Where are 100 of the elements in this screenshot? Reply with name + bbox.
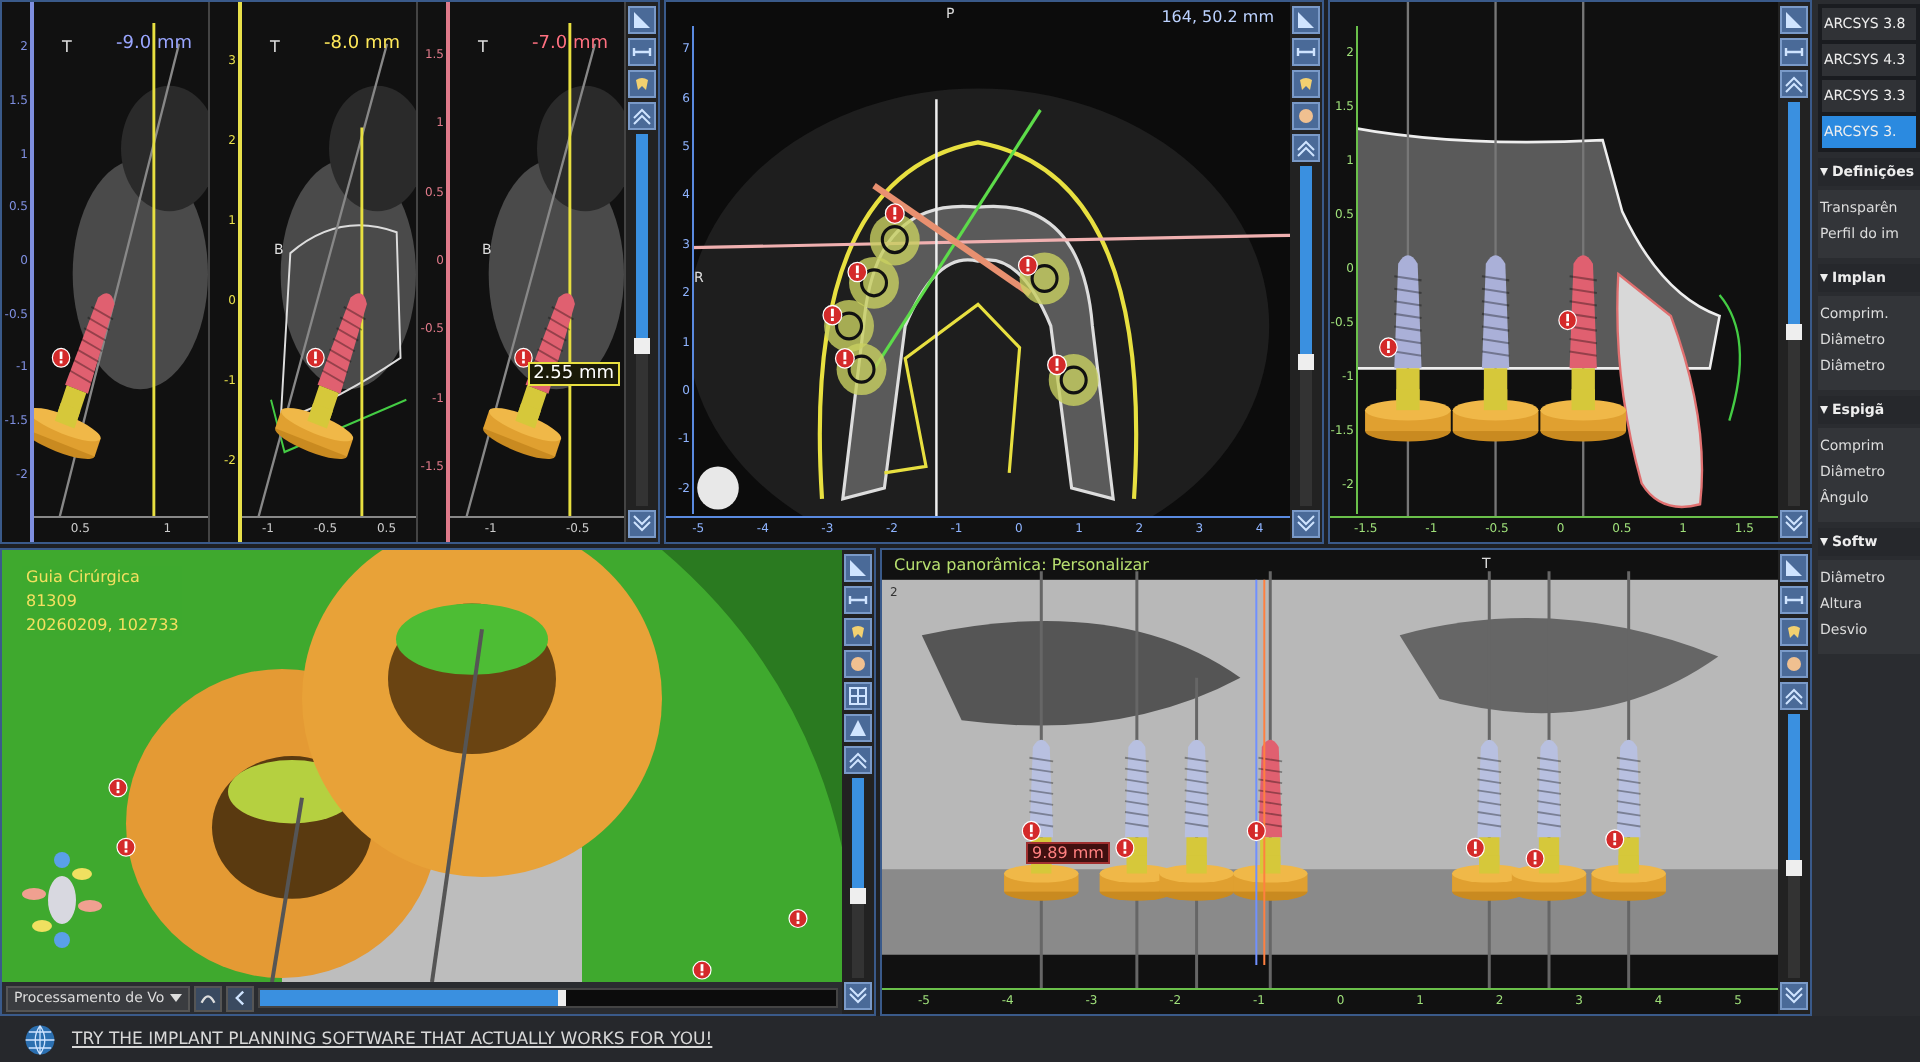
scroll-up-button[interactable] — [628, 102, 656, 130]
view-tool-button[interactable] — [844, 682, 872, 710]
case-info-text: 81309 — [26, 592, 79, 610]
scroll-bar[interactable] — [1788, 102, 1800, 506]
scroll-up-button[interactable] — [1780, 682, 1808, 710]
chevron-down-icon — [632, 514, 652, 534]
scroll-bar[interactable] — [1788, 714, 1800, 978]
scroll-down-button[interactable] — [1780, 982, 1808, 1010]
orientation-figure-icon[interactable] — [22, 850, 102, 950]
diagonal-line-icon — [632, 10, 652, 30]
warning-marker-icon — [1605, 829, 1625, 850]
view-tool-button[interactable] — [1292, 70, 1320, 98]
arc-icon — [198, 990, 219, 1006]
implant-drawing[interactable] — [34, 293, 115, 459]
face-icon — [848, 654, 868, 674]
globe-icon — [24, 1023, 56, 1055]
promo-link[interactable]: TRY THE IMPLANT PLANNING SOFTWARE THAT ACTUALLY WORKS FOR YOU! — [72, 1029, 713, 1049]
view-tool-button[interactable] — [844, 554, 872, 582]
warning-marker-icon — [108, 778, 128, 798]
bone-spot — [697, 466, 739, 510]
scroll-down-button[interactable] — [1292, 510, 1320, 538]
view-tool-button[interactable] — [1292, 102, 1320, 130]
view-title: Curva panorâmica: Personalizar — [894, 556, 1149, 574]
scroll-up-button[interactable] — [844, 746, 872, 774]
implant-drawing[interactable] — [1540, 255, 1627, 442]
diagonal-line-icon — [1296, 10, 1316, 30]
slice-offset-label: -7.0 mm — [532, 34, 608, 54]
view-tool-button[interactable] — [628, 6, 656, 34]
view-tool-button[interactable] — [1780, 6, 1808, 34]
tooth-icon — [1296, 74, 1316, 94]
view-tool-button[interactable] — [628, 70, 656, 98]
previous-button[interactable] — [226, 985, 255, 1011]
axis-label: T — [478, 38, 488, 56]
view-tool-button[interactable] — [1292, 38, 1320, 66]
warning-marker-icon — [1379, 337, 1398, 358]
guide-sleeve-drawing[interactable] — [302, 550, 662, 877]
view-tool-button[interactable] — [844, 650, 872, 678]
scroll-down-button[interactable] — [1780, 510, 1808, 538]
view-tool-button[interactable] — [1780, 650, 1808, 678]
warning-marker-icon — [1021, 820, 1041, 842]
warning-marker-icon — [834, 348, 855, 369]
chevron-down-icon — [1784, 514, 1804, 534]
double-arrow-icon — [632, 42, 652, 62]
opacity-slider[interactable] — [258, 988, 838, 1008]
warning-marker-icon — [1558, 310, 1577, 331]
view-tool-button[interactable] — [844, 714, 872, 742]
diagonal-line-icon — [848, 558, 868, 578]
warning-marker-icon — [1047, 354, 1068, 376]
warning-marker-icon — [847, 261, 868, 283]
chevron-up-icon — [1784, 74, 1804, 94]
warning-marker-icon — [306, 347, 325, 368]
tooth-icon — [632, 74, 652, 94]
view-tool-button[interactable] — [1780, 618, 1808, 646]
diagonal-line-icon — [1784, 10, 1804, 30]
implant-drawing[interactable] — [275, 293, 367, 459]
warning-marker-icon — [692, 960, 712, 980]
warning-marker-icon — [822, 304, 843, 326]
face-icon — [1296, 106, 1316, 126]
panoramic-curve[interactable] — [817, 140, 1139, 499]
case-info-text: 20260209, 102733 — [26, 616, 179, 634]
implant-ring-drawing[interactable] — [869, 213, 920, 266]
slice-offset-label: -8.0 mm — [324, 34, 400, 54]
chevron-down-icon — [1296, 514, 1316, 534]
chevron-up-icon — [632, 106, 652, 126]
implant-drawing[interactable] — [1365, 255, 1451, 442]
caret-down-icon — [170, 994, 183, 1002]
scroll-down-button[interactable] — [628, 510, 656, 538]
view-tool-button[interactable] — [844, 618, 872, 646]
gum-outline — [1718, 294, 1742, 421]
view-tool-button[interactable] — [1780, 554, 1808, 582]
triangle-icon — [848, 718, 868, 738]
warning-marker-icon — [1525, 848, 1545, 869]
warning-marker-icon — [884, 203, 905, 225]
double-arrow-icon — [1784, 590, 1804, 610]
scroll-bar[interactable] — [1300, 166, 1312, 506]
scroll-up-button[interactable] — [1780, 70, 1808, 98]
warning-marker-icon — [1465, 837, 1485, 859]
reset-view-button[interactable] — [194, 985, 223, 1011]
slice-offset-label: -9.0 mm — [116, 34, 192, 54]
warning-marker-icon — [1017, 255, 1038, 276]
tooth-icon — [848, 622, 868, 642]
implant-drawing[interactable] — [1452, 255, 1539, 442]
scroll-bar[interactable] — [636, 134, 648, 506]
inner-curve[interactable] — [884, 302, 1022, 475]
chevron-up-icon — [1296, 138, 1316, 158]
warning-marker-icon — [1115, 837, 1135, 859]
axis-label: T — [270, 38, 280, 56]
warning-marker-icon — [116, 837, 136, 857]
chevron-down-icon — [1784, 986, 1804, 1006]
scroll-bar[interactable] — [852, 778, 864, 978]
grid-icon — [848, 686, 868, 706]
scroll-up-button[interactable] — [1292, 134, 1320, 162]
warning-marker-icon — [1246, 820, 1266, 842]
view-tool-button[interactable] — [628, 38, 656, 66]
chevron-down-icon — [848, 986, 868, 1006]
scroll-down-button[interactable] — [844, 982, 872, 1010]
view-tool-button[interactable] — [1780, 586, 1808, 614]
view-tool-button[interactable] — [844, 586, 872, 614]
view-tool-button[interactable] — [1780, 38, 1808, 66]
view-tool-button[interactable] — [1292, 6, 1320, 34]
